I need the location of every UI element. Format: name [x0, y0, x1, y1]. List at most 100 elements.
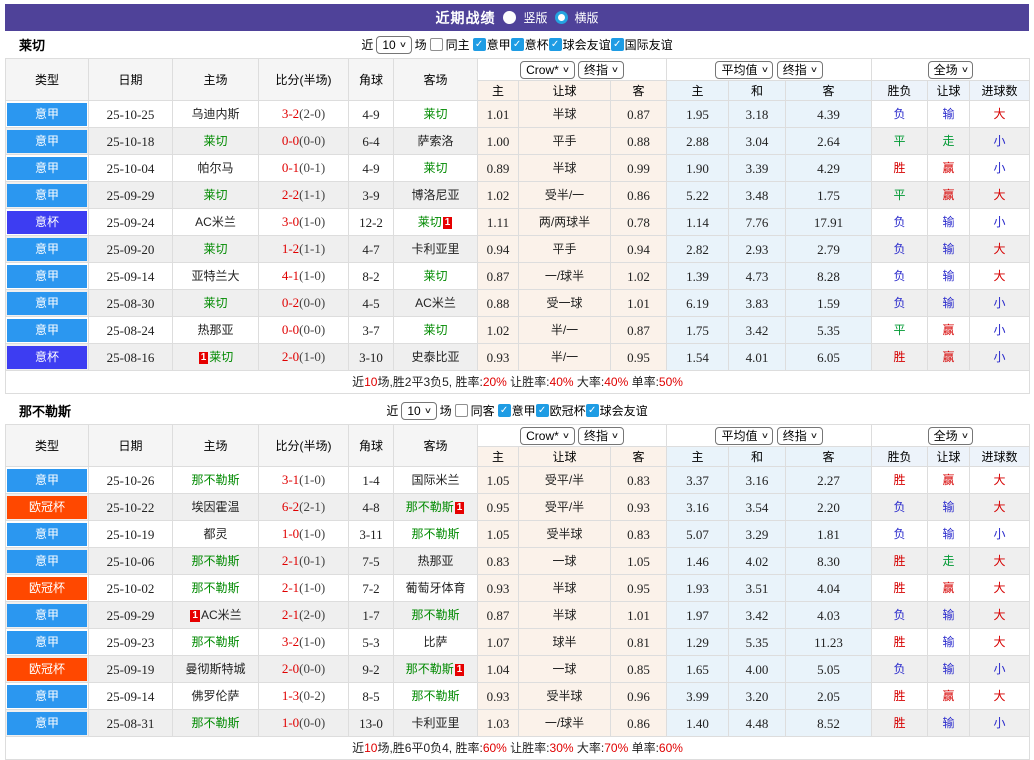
- avg-time-select[interactable]: 终指 ∨: [776, 426, 823, 445]
- league-type-cell: 意甲: [5, 316, 89, 344]
- avg-draw-odds: 3.48: [728, 181, 787, 209]
- crow-home-odds: 0.94: [477, 235, 519, 263]
- result-goals: 小: [969, 289, 1031, 317]
- home-team: 那不勒斯: [191, 635, 239, 649]
- result-wdl: 负: [871, 235, 929, 263]
- team-label: 那不勒斯: [405, 499, 454, 514]
- away-team: 那不勒斯: [411, 527, 459, 541]
- corners-cell: 4-7: [348, 235, 394, 263]
- results-body: 意甲 25-10-26 那不勒斯 3-1(1-0) 1-4 国际米兰 1.05 受平/半 0.8…: [5, 466, 1031, 737]
- avg-home-odds: 1.40: [666, 709, 730, 737]
- odds-company-select[interactable]: Crow* ∨: [520, 60, 575, 79]
- league-filter-checkbox[interactable]: ✓: [535, 404, 549, 417]
- league-filter-checkbox[interactable]: ✓: [548, 38, 562, 51]
- corners-cell: 7-2: [348, 574, 394, 602]
- layout-radio-label[interactable]: 横版: [575, 9, 599, 26]
- result-handicap: 输: [927, 208, 971, 236]
- chevron-down-icon: ∨: [809, 430, 818, 440]
- result-wdl: 负: [871, 262, 929, 290]
- layout-radio[interactable]: [503, 11, 517, 24]
- league-type-cell: 意甲: [5, 466, 89, 494]
- league-filter-item: ✓ 意甲: [472, 36, 511, 53]
- avg-odds-select[interactable]: 平均值 ∨: [715, 60, 774, 79]
- col-header-away: 客场: [393, 424, 478, 467]
- home-team: 莱切: [203, 242, 227, 256]
- corners-cell: 12-2: [348, 208, 394, 236]
- avg-time-select[interactable]: 终指 ∨: [776, 60, 823, 79]
- league-badge: 意甲: [7, 630, 87, 654]
- league-filter-checkbox[interactable]: ✓: [472, 38, 486, 51]
- avg-draw-odds: 4.73: [728, 262, 787, 290]
- avg-home-odds: 6.19: [666, 289, 730, 317]
- away-team-cell: 莱切: [393, 316, 478, 344]
- score-cell: 2-1(1-0): [258, 574, 349, 602]
- corners-cell: 3-10: [348, 343, 394, 371]
- league-badge: 意甲: [7, 603, 87, 627]
- result-scope-header: 全场 ∨: [871, 58, 1031, 81]
- home-team-cell: 埃因霍温: [172, 493, 259, 521]
- same-venue-checkbox[interactable]: [429, 38, 443, 51]
- away-team-cell: 莱切: [393, 262, 478, 290]
- avg-home-odds: 1.46: [666, 547, 730, 575]
- avg-home-odds: 3.37: [666, 466, 730, 494]
- away-team: 国际米兰: [411, 473, 459, 487]
- layout-radio-selected[interactable]: [554, 11, 568, 24]
- layout-radio-label[interactable]: 竖版: [523, 9, 547, 26]
- away-team-cell: 那不勒斯: [393, 682, 478, 710]
- crow-home-odds: 1.00: [477, 127, 519, 155]
- same-venue-checkbox[interactable]: [454, 404, 468, 417]
- fulltime-select[interactable]: 全场 ∨: [927, 60, 974, 79]
- league-type-cell: 意甲: [5, 289, 89, 317]
- fulltime-score: 3-2: [281, 106, 300, 121]
- avg-time-value: 终指: [782, 62, 807, 77]
- same-venue-label: 同客: [470, 404, 495, 418]
- avg-odds-value: 平均值: [721, 428, 758, 443]
- odds-time-select[interactable]: 终指 ∨: [578, 426, 624, 445]
- team-label: 那不勒斯: [191, 553, 240, 568]
- chevron-down-icon: ∨: [398, 39, 407, 49]
- match-count-select[interactable]: 10 ∨: [401, 401, 437, 420]
- avg-draw-odds: 3.18: [728, 100, 787, 128]
- score-cell: 0-2(0-0): [258, 289, 349, 317]
- summary-text: 40%: [604, 375, 629, 389]
- league-filter-checkbox[interactable]: ✓: [610, 38, 624, 51]
- league-filter-label: 意甲: [486, 38, 511, 52]
- odds-time-select[interactable]: 终指 ∨: [578, 60, 624, 79]
- crow-home-odds: 1.07: [477, 628, 519, 656]
- result-wdl: 负: [871, 601, 929, 629]
- red-card-badge: 1: [442, 216, 453, 229]
- odds-company-select[interactable]: Crow* ∨: [520, 426, 575, 445]
- chevron-down-icon: ∨: [423, 405, 432, 415]
- score-cell: 2-2(1-1): [258, 181, 349, 209]
- red-card-badge: 1: [454, 663, 465, 676]
- league-filter-checkbox[interactable]: ✓: [585, 404, 599, 417]
- league-badge: 意甲: [7, 318, 87, 342]
- away-team-cell: 那不勒斯: [393, 520, 478, 548]
- match-date: 25-10-04: [88, 154, 173, 182]
- league-filter-checkbox[interactable]: ✓: [510, 38, 524, 51]
- fulltime-select[interactable]: 全场 ∨: [927, 426, 974, 445]
- halftime-score: (1-0): [299, 349, 326, 364]
- league-filter-checkbox[interactable]: ✓: [497, 404, 511, 417]
- match-date: 25-10-06: [88, 547, 173, 575]
- crow-away-odds: 0.96: [609, 682, 668, 710]
- team-label: 热那亚: [417, 553, 454, 568]
- match-count-select[interactable]: 10 ∨: [376, 35, 412, 54]
- home-team: 佛罗伦萨: [191, 689, 239, 703]
- avg-odds-select[interactable]: 平均值 ∨: [715, 426, 774, 445]
- league-badge: 意甲: [7, 522, 87, 546]
- league-badge: 意甲: [7, 264, 87, 288]
- match-row: 意甲 25-10-25 乌迪内斯 3-2(2-0) 4-9 莱切 1.01 半球 0.87 1.9…: [5, 100, 1031, 128]
- team-label: 卡利亚里: [411, 715, 460, 730]
- summary-text: 70%: [604, 741, 629, 755]
- team-label: 热那亚: [197, 322, 234, 337]
- result-wdl: 负: [871, 520, 929, 548]
- crow-handicap-line: 两/两球半: [518, 208, 611, 236]
- crow-handicap-line: 一球: [518, 655, 611, 683]
- filter-controls: 近 10 ∨ 场 同主 ✓ 意甲 ✓ 意杯 ✓ 球会友谊 ✓ 国际友谊: [361, 35, 673, 54]
- corners-cell: 4-9: [348, 100, 394, 128]
- away-team: 葡萄牙体育: [405, 581, 465, 595]
- avg-draw-odds: 4.01: [728, 343, 787, 371]
- avg-away-odds: 11.23: [785, 628, 873, 656]
- col-header-handicap-result: 让球: [927, 446, 971, 467]
